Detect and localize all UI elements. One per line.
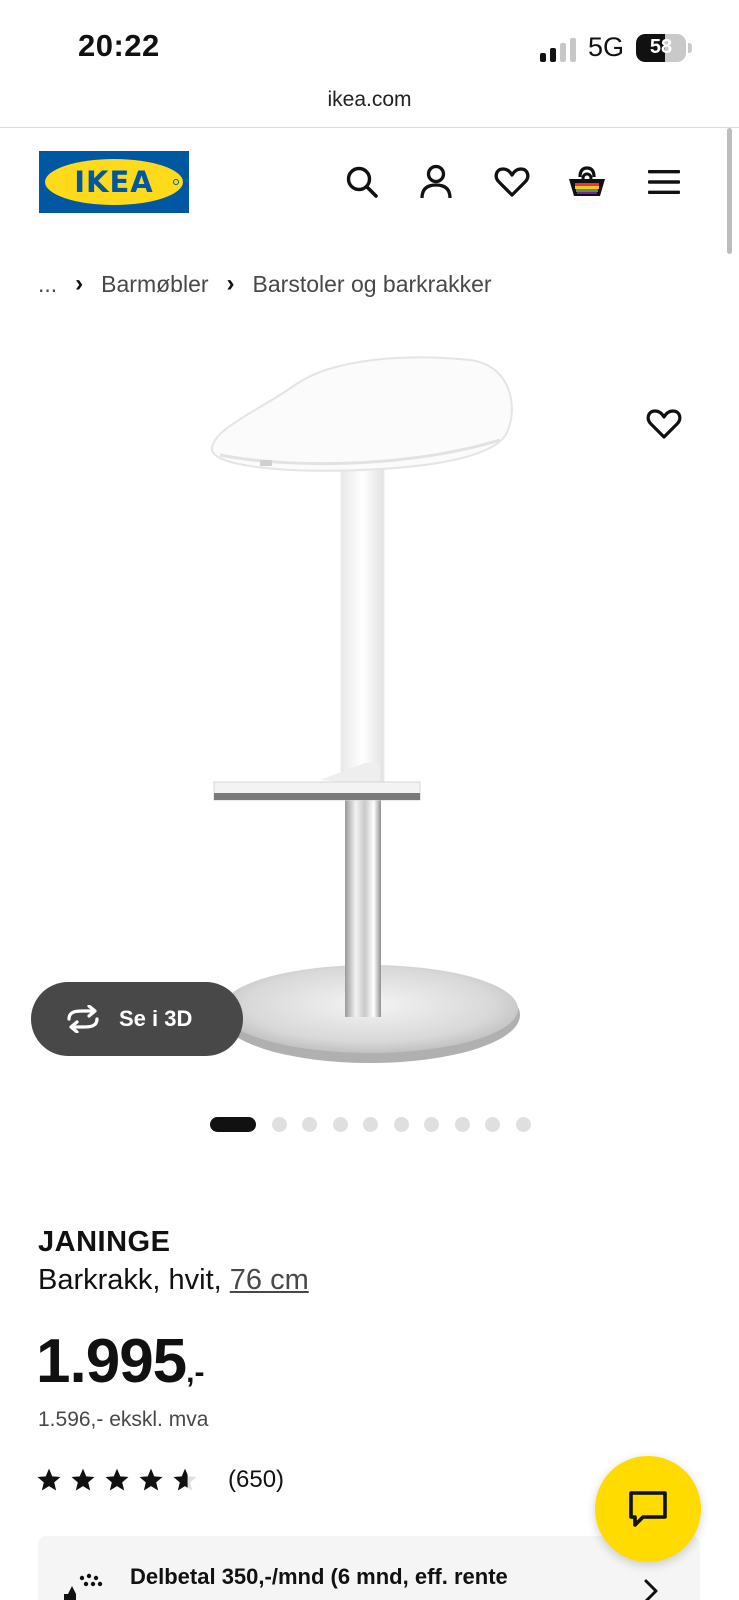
pagination-dot[interactable] [302,1117,317,1132]
pagination-dot[interactable] [454,1117,470,1132]
financing-icon [64,1573,103,1600]
pagination-dot[interactable] [424,1117,439,1132]
heart-icon [646,409,682,439]
review-count: (650) [228,1466,285,1493]
signal-icon [540,38,578,62]
price-excl-vat: 1.596,- ekskl. mva [38,1408,209,1431]
pagination-dot[interactable] [515,1117,531,1132]
search-icon[interactable] [340,160,384,204]
breadcrumb-ellipsis[interactable]: ... [38,271,57,298]
breadcrumb-item-barstoler[interactable]: Barstoler og barkrakker [253,271,492,298]
ikea-logo[interactable]: IKEA [39,151,189,213]
chat-icon [629,1491,667,1527]
add-to-favourites-button[interactable] [640,400,688,448]
size-link[interactable]: 76 cm [230,1264,309,1296]
pagination-dot[interactable] [332,1117,348,1132]
pagination-dot[interactable] [485,1117,500,1132]
image-pagination-dots[interactable] [210,1117,546,1132]
view-3d-button[interactable]: Se i 3D [31,982,243,1056]
product-type-text: Barkrakk, hvit, [38,1264,230,1296]
financing-text: Delbetal 350,-/mnd (6 mnd, eff. rente [130,1564,508,1589]
menu-icon[interactable] [642,160,686,204]
pagination-dot[interactable] [271,1117,287,1132]
breadcrumb: ... › Barmøbler › Barstoler og barkrakke… [38,270,492,298]
star-icon [71,1468,95,1491]
product-image [210,356,520,1063]
network-type: 5G [588,32,625,62]
status-bar: 20:22 5G 58 [0,0,739,92]
chevron-right-icon: › [75,270,84,297]
favourites-icon[interactable] [490,160,534,204]
star-icon [139,1468,163,1491]
pagination-dot[interactable] [393,1117,409,1132]
pagination-dot[interactable] [363,1117,378,1132]
product-description: Barkrakk, hvit, 76 cm [38,1264,309,1297]
logo-text: IKEA [74,165,154,199]
battery-percent: 58 [649,36,673,58]
product-name: JANINGE [38,1226,171,1258]
logo-registered-mark [173,179,179,185]
address-bar-url[interactable]: ikea.com [0,88,739,112]
rotate-3d-icon [67,1005,99,1033]
divider [0,127,739,128]
view-3d-label: Se i 3D [119,1006,193,1031]
star-icon [173,1468,197,1491]
product-rating[interactable]: (650) [36,1466,284,1494]
price-suffix: ,- [186,1356,205,1389]
chevron-right-icon: › [226,270,235,297]
page-scrollbar[interactable] [727,128,732,254]
star-icon [37,1468,61,1491]
battery-icon: 58 [636,34,686,62]
breadcrumb-item-barmobler[interactable]: Barmøbler [101,271,208,298]
status-time: 20:22 [78,28,160,63]
financing-banner[interactable]: Delbetal 350,-/mnd (6 mnd, eff. rente [38,1536,700,1600]
price-value: 1.995 [36,1327,187,1396]
chat-button[interactable] [595,1456,701,1562]
battery-tip [688,43,692,53]
cart-icon[interactable] [565,160,609,204]
star-icon [105,1468,129,1491]
account-icon[interactable] [414,160,458,204]
rating-stars [36,1467,206,1493]
product-price: 1.995,- [36,1326,204,1397]
pagination-dot[interactable] [210,1117,256,1132]
chevron-right-icon [644,1579,658,1600]
